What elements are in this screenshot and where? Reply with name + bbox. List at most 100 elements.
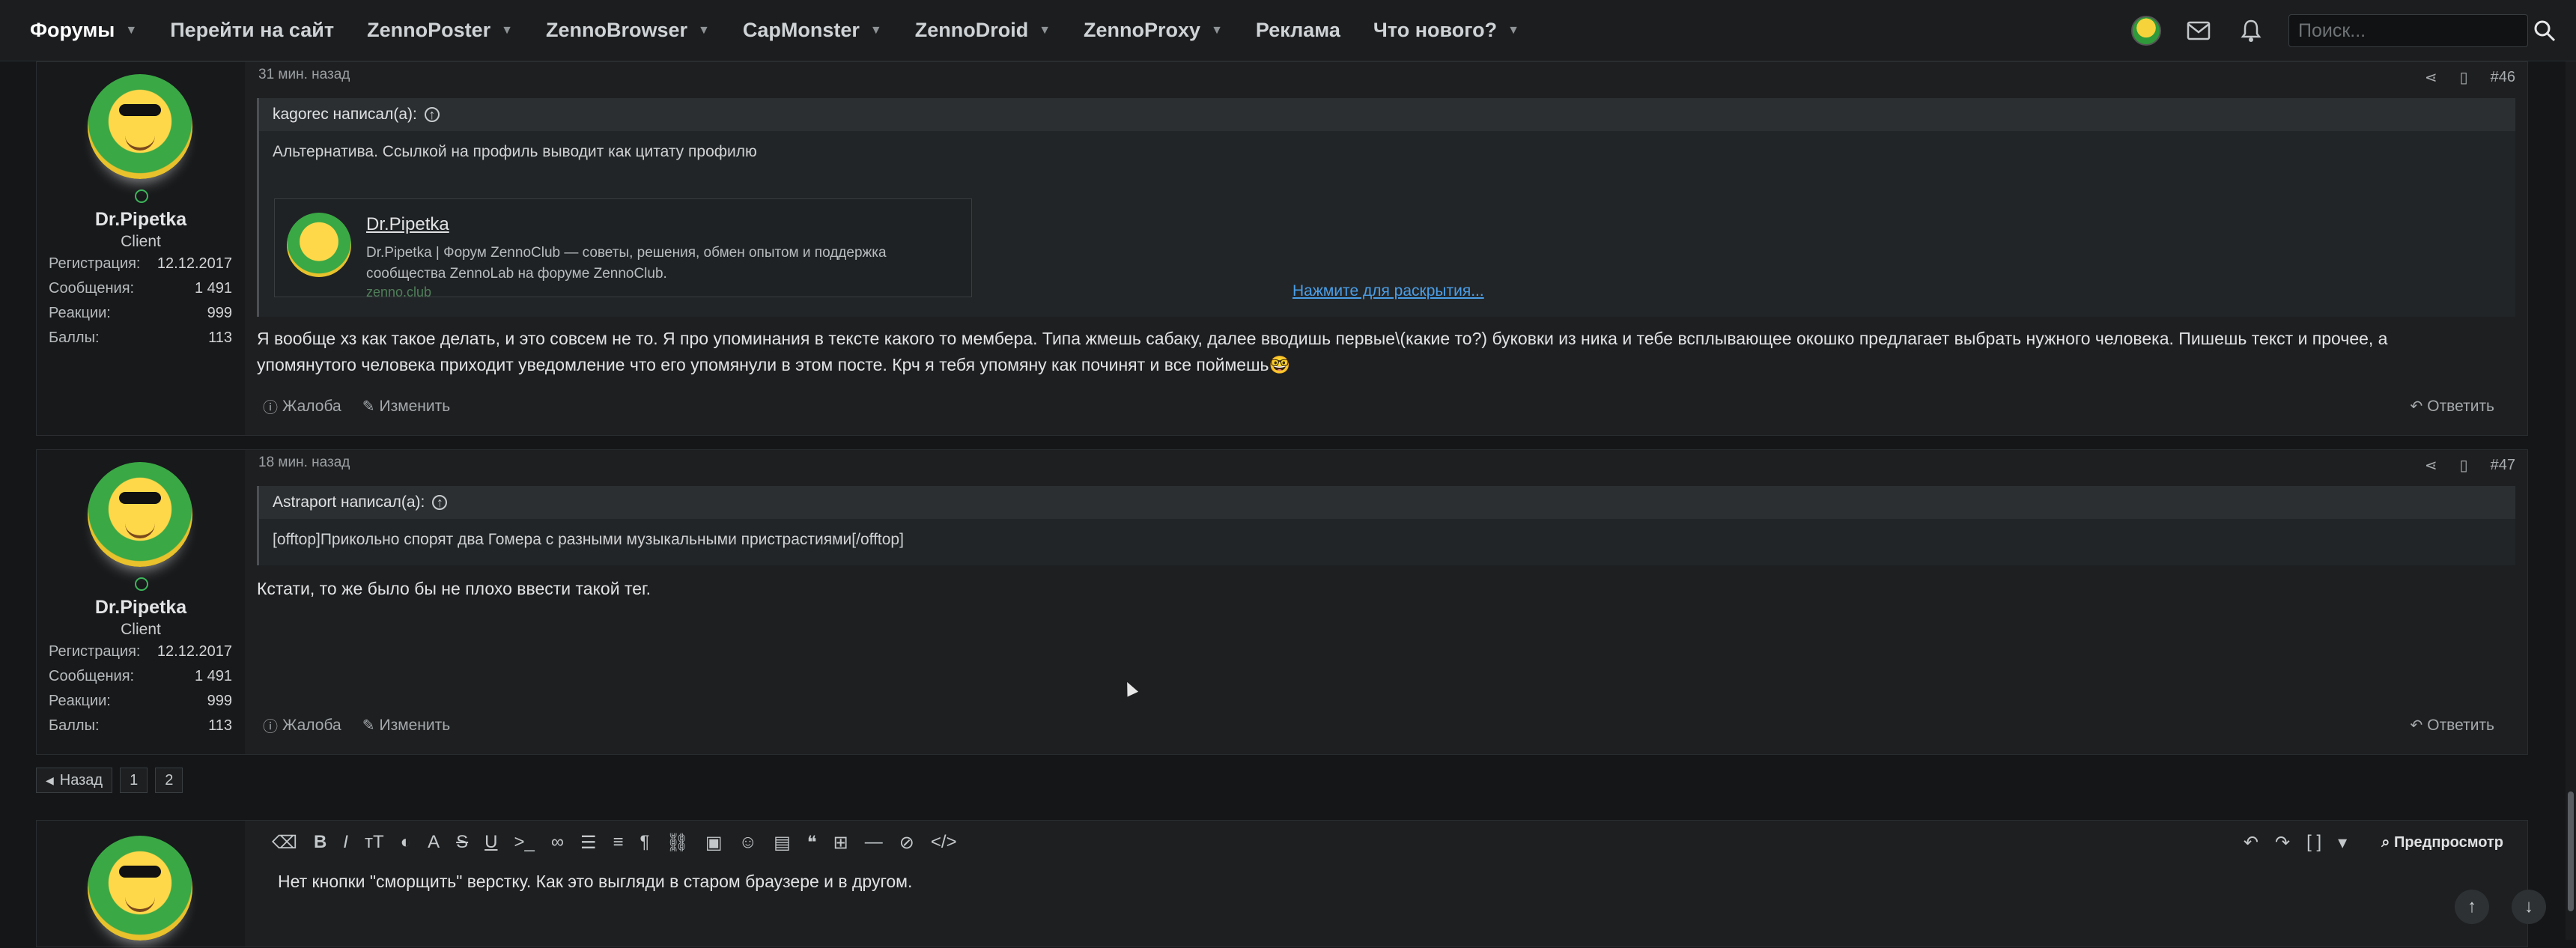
reply-button[interactable]: ↶ Ответить (2410, 397, 2494, 416)
share-icon[interactable]: ⋖ (2425, 456, 2437, 475)
font-size-icon[interactable]: тT (365, 832, 384, 853)
drafts-icon[interactable]: ▾ (2338, 832, 2347, 854)
italic-icon[interactable]: I (343, 832, 348, 853)
user-stat: Сообщения: 1 491 (49, 280, 232, 297)
underline-icon[interactable]: U (484, 832, 497, 853)
reply-button[interactable]: ↶ Ответить (2410, 716, 2494, 735)
report-button[interactable]: ⓘ Жалоба (263, 395, 341, 417)
editor-textarea[interactable]: Нет кнопки "сморщить" верстку. Как это в… (257, 864, 2515, 899)
online-status-icon (135, 189, 148, 203)
share-icon[interactable]: ⋖ (2425, 68, 2437, 87)
chevron-down-icon[interactable]: ▼ (1211, 24, 1223, 37)
quote-block: kagorec написал(а): ↑ Альтернатива. Ссылк… (257, 98, 2515, 317)
nav-zennoposter[interactable]: ZennoPoster ▼ (367, 0, 513, 61)
color-palette-icon[interactable]: ◐ (401, 832, 412, 853)
hide-icon[interactable]: ⊘ (899, 832, 914, 854)
list-icon[interactable]: ☰ (580, 832, 597, 854)
editor: ⌫ B I тT ◐ A S U >_ ∞ ☰ ≡ ¶ ⛓ ▣ ☺ ▤ ❝ ⊞ … (257, 821, 2515, 948)
chevron-down-icon[interactable]: ▼ (1507, 24, 1519, 37)
account-avatar[interactable] (2131, 16, 2161, 46)
bbcode-toggle-icon[interactable]: [ ] (2306, 832, 2321, 853)
media-icon[interactable]: ▤ (774, 832, 791, 854)
align-icon[interactable]: ≡ (613, 832, 623, 853)
strikethrough-icon[interactable]: S (456, 832, 468, 853)
quote-icon[interactable]: ❝ (807, 832, 817, 854)
nav-advertising[interactable]: Реклама (1256, 0, 1340, 61)
nav-zennoproxy[interactable]: ZennoProxy ▼ (1084, 0, 1223, 61)
username[interactable]: Dr.Pipetka (37, 597, 245, 619)
nav-go-to-site[interactable]: Перейти на сайт (170, 0, 334, 61)
expand-quote-link[interactable]: Нажмите для раскрытия... (1292, 282, 1484, 300)
preview-icon: ⌕ (2381, 833, 2394, 851)
redo-icon[interactable]: ↷ (2275, 832, 2290, 854)
quick-reply: ⌫ B I тT ◐ A S U >_ ∞ ☰ ≡ ¶ ⛓ ▣ ☺ ▤ ❝ ⊞ … (36, 820, 2528, 947)
nav-zennodroid[interactable]: ZennoDroid ▼ (915, 0, 1051, 61)
username[interactable]: Dr.Pipetka (37, 209, 245, 231)
scrollbar-thumb[interactable] (2568, 791, 2574, 911)
embed-title[interactable]: Dr.Pipetka (366, 214, 449, 235)
font-family-icon[interactable]: A (428, 832, 440, 853)
table-icon[interactable]: ⊞ (833, 832, 848, 854)
pagination-back-button[interactable]: ◀ Назад (36, 768, 113, 793)
bookmark-icon[interactable]: ▯ (2460, 68, 2468, 87)
scroll-up-icon[interactable]: ↑ (2455, 890, 2489, 924)
code-icon[interactable]: </> (931, 832, 957, 853)
nav-zennobrowser[interactable]: ZennoBrowser ▼ (546, 0, 710, 61)
edit-icon: ✎ (362, 717, 375, 734)
info-circle-icon: ⓘ (263, 400, 278, 416)
edit-button[interactable]: ✎ Изменить (362, 397, 451, 416)
post-number[interactable]: #46 (2491, 69, 2515, 86)
bold-icon[interactable]: B (314, 832, 326, 853)
preview-button[interactable]: ⌕ Предпросмотр (2381, 834, 2503, 851)
report-button[interactable]: ⓘ Жалоба (263, 714, 341, 736)
quote-header[interactable]: Astraport написал(а): ↑ (259, 486, 2515, 519)
post-time[interactable]: 31 мин. назад (258, 67, 350, 83)
smile-icon[interactable]: ☺ (739, 832, 758, 853)
post-time[interactable]: 18 мин. назад (258, 455, 350, 471)
chevron-down-icon[interactable]: ▼ (870, 24, 882, 37)
clear-format-icon[interactable]: ⌫ (272, 832, 297, 854)
post-user-info: Dr.Pipetka Client Регистрация: 12.12.2017… (37, 450, 245, 754)
post-actions: ⋖ ▯ #46 (2402, 68, 2515, 87)
chevron-down-icon[interactable]: ▼ (501, 24, 513, 37)
pagination-page-1[interactable]: 1 (120, 768, 148, 793)
page-scrollbar[interactable] (2566, 61, 2576, 940)
post-47: Dr.Pipetka Client Регистрация: 12.12.2017… (36, 449, 2528, 755)
bell-icon[interactable] (2236, 16, 2266, 46)
arrow-up-circle-icon[interactable]: ↑ (432, 495, 448, 510)
pagination-page-2[interactable]: 2 (155, 768, 183, 793)
scroll-down-icon[interactable]: ↓ (2512, 890, 2546, 924)
chevron-down-icon[interactable]: ▼ (125, 24, 137, 37)
nav-forums[interactable]: Форумы ▼ (30, 0, 137, 61)
avatar[interactable] (88, 462, 192, 567)
bookmark-icon[interactable]: ▯ (2460, 456, 2468, 475)
search-input[interactable]: Поиск... (2288, 14, 2528, 47)
chevron-down-icon[interactable]: ▼ (1039, 24, 1051, 37)
horizontal-line-icon[interactable]: — (865, 832, 883, 853)
user-stat: Реакции: 999 (49, 693, 232, 709)
post-actions: ⋖ ▯ #47 (2402, 456, 2515, 475)
spoiler-icon[interactable]: ∞ (551, 832, 564, 853)
search-icon[interactable] (2528, 14, 2561, 47)
post-text: Я вообще хз как такое делать, и это совс… (257, 329, 2388, 374)
quote-header[interactable]: kagorec написал(а): ↑ (259, 98, 2515, 131)
quote-text: Альтернатива. Ссылкой на профиль выводит… (273, 143, 757, 160)
post-number[interactable]: #47 (2491, 457, 2515, 474)
quote-text: [offtop]Прикольно спорят два Гомера с ра… (273, 531, 904, 548)
inbox-icon[interactable] (2184, 16, 2214, 46)
edit-button[interactable]: ✎ Изменить (362, 716, 451, 735)
post-user-info: Dr.Pipetka Client Регистрация: 12.12.2017… (37, 62, 245, 435)
post-footer: ⓘ Жалоба ✎ Изменить ↶ Ответить (263, 395, 2515, 417)
avatar (88, 836, 192, 941)
link-icon[interactable]: ⛓ (666, 832, 688, 854)
nav-whats-new[interactable]: Что нового? ▼ (1373, 0, 1519, 61)
arrow-up-circle-icon[interactable]: ↑ (424, 107, 440, 122)
chevron-down-icon[interactable]: ▼ (698, 24, 710, 37)
inline-code-icon[interactable]: >_ (514, 832, 534, 853)
image-icon[interactable]: ▣ (705, 832, 723, 854)
nav-capmonster[interactable]: CapMonster ▼ (743, 0, 882, 61)
avatar[interactable] (88, 74, 192, 179)
undo-icon[interactable]: ↶ (2244, 832, 2258, 854)
paragraph-icon[interactable]: ¶ (640, 832, 650, 853)
profile-embed-card[interactable]: Dr.Pipetka Dr.Pipetka | Форум ZennoClub … (274, 198, 972, 297)
